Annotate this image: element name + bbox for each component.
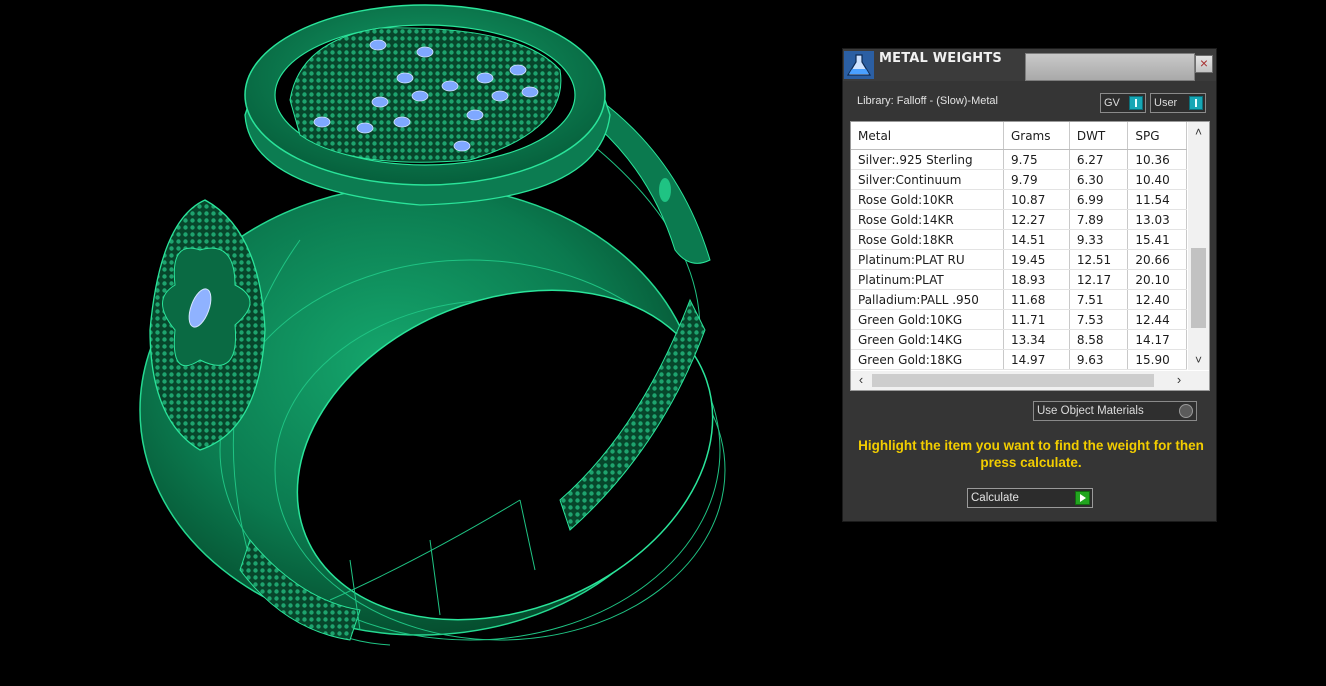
- cell-grams: 14.97: [1003, 349, 1070, 370]
- cell-metal: Platinum:PLAT RU: [851, 249, 1004, 270]
- cell-grams: 19.45: [1003, 249, 1070, 270]
- gv-toggle[interactable]: GV: [1100, 93, 1146, 113]
- cell-grams: 10.87: [1003, 189, 1070, 210]
- user-toggle[interactable]: User: [1150, 93, 1206, 113]
- ring-head: [244, 4, 611, 206]
- metal-weights-table: Metal Grams DWT SPG Silver:.925 Sterling…: [851, 122, 1187, 370]
- cell-spg: 10.36: [1127, 149, 1187, 170]
- vertical-scrollbar[interactable]: ˄ ˅: [1188, 122, 1209, 370]
- column-header-spg[interactable]: SPG: [1127, 122, 1187, 150]
- cell-spg: 15.90: [1127, 349, 1187, 370]
- cell-metal: Rose Gold:18KR: [851, 229, 1004, 250]
- column-header-metal[interactable]: Metal: [851, 122, 1004, 150]
- table-header-row: Metal Grams DWT SPG: [851, 122, 1187, 150]
- cell-grams: 11.68: [1003, 289, 1070, 310]
- cell-spg: 15.41: [1127, 229, 1187, 250]
- cell-dwt: 7.53: [1069, 309, 1129, 330]
- cell-grams: 13.34: [1003, 329, 1070, 350]
- cell-spg: 12.44: [1127, 309, 1187, 330]
- cell-dwt: 6.27: [1069, 149, 1129, 170]
- cell-metal: Green Gold:10KG: [851, 309, 1004, 330]
- flask-icon: [844, 51, 874, 79]
- user-checkbox-icon[interactable]: [1189, 96, 1203, 110]
- title-bar-fill: [1025, 53, 1195, 81]
- cell-grams: 18.93: [1003, 269, 1070, 290]
- vertical-scroll-thumb[interactable]: [1191, 248, 1206, 328]
- scroll-left-arrow-icon[interactable]: ‹: [851, 371, 871, 390]
- calculate-label: Calculate: [971, 492, 1019, 504]
- gv-toggle-label: GV: [1104, 97, 1120, 109]
- radio-icon[interactable]: [1179, 404, 1193, 418]
- cell-grams: 12.27: [1003, 209, 1070, 230]
- close-button[interactable]: ×: [1195, 55, 1213, 73]
- gv-checkbox-icon[interactable]: [1129, 96, 1143, 110]
- cell-spg: 11.54: [1127, 189, 1187, 210]
- metal-table: Metal Grams DWT SPG Silver:.925 Sterling…: [850, 121, 1210, 391]
- cell-metal: Rose Gold:10KR: [851, 189, 1004, 210]
- scroll-up-arrow-icon[interactable]: ˄: [1188, 122, 1209, 142]
- table-row[interactable]: Green Gold:14KG 13.34 8.58 14.17: [851, 329, 1187, 350]
- cell-dwt: 6.99: [1069, 189, 1129, 210]
- play-arrow-icon[interactable]: [1075, 491, 1090, 505]
- cell-dwt: 7.89: [1069, 209, 1129, 230]
- cell-metal: Rose Gold:14KR: [851, 209, 1004, 230]
- table-row[interactable]: Rose Gold:10KR 10.87 6.99 11.54: [851, 189, 1187, 210]
- cell-dwt: 9.33: [1069, 229, 1129, 250]
- horizontal-scroll-thumb[interactable]: [872, 374, 1154, 387]
- scroll-down-arrow-icon[interactable]: ˅: [1188, 350, 1209, 370]
- metal-table-viewport: Metal Grams DWT SPG Silver:.925 Sterling…: [851, 122, 1187, 370]
- table-row[interactable]: Green Gold:10KG 11.71 7.53 12.44: [851, 309, 1187, 330]
- 3d-viewport[interactable]: [0, 0, 830, 681]
- cell-metal: Silver:.925 Sterling: [851, 149, 1004, 170]
- cell-grams: 11.71: [1003, 309, 1070, 330]
- cell-metal: Platinum:PLAT: [851, 269, 1004, 290]
- cell-spg: 20.10: [1127, 269, 1187, 290]
- cell-spg: 12.40: [1127, 289, 1187, 310]
- cell-grams: 9.75: [1003, 149, 1070, 170]
- cell-dwt: 12.51: [1069, 249, 1129, 270]
- cell-dwt: 7.51: [1069, 289, 1129, 310]
- use-object-materials-toggle[interactable]: Use Object Materials: [1033, 401, 1197, 421]
- metal-weights-window: METAL WEIGHTS × Library: Falloff - (Slow…: [842, 48, 1217, 522]
- calculate-button[interactable]: Calculate: [967, 488, 1093, 508]
- cell-spg: 14.17: [1127, 329, 1187, 350]
- cell-grams: 9.79: [1003, 169, 1070, 190]
- cell-metal: Green Gold:18KG: [851, 349, 1004, 370]
- table-row[interactable]: Platinum:PLAT 18.93 12.17 20.10: [851, 269, 1187, 290]
- table-row[interactable]: Silver:.925 Sterling 9.75 6.27 10.36: [851, 149, 1187, 170]
- scroll-right-arrow-icon[interactable]: ›: [1169, 371, 1189, 390]
- table-row[interactable]: Rose Gold:18KR 14.51 9.33 15.41: [851, 229, 1187, 250]
- table-row[interactable]: Rose Gold:14KR 12.27 7.89 13.03: [851, 209, 1187, 230]
- window-title: METAL WEIGHTS: [879, 51, 1002, 66]
- library-label: Library: Falloff - (Slow)-Metal: [857, 95, 998, 107]
- table-row[interactable]: Platinum:PLAT RU 19.45 12.51 20.66: [851, 249, 1187, 270]
- cell-dwt: 8.58: [1069, 329, 1129, 350]
- instruction-text: Highlight the item you want to find the …: [858, 438, 1204, 470]
- cell-dwt: 12.17: [1069, 269, 1129, 290]
- cell-dwt: 6.30: [1069, 169, 1129, 190]
- cell-metal: Palladium:PALL .950: [851, 289, 1004, 310]
- cell-metal: Green Gold:14KG: [851, 329, 1004, 350]
- title-bar[interactable]: METAL WEIGHTS ×: [843, 49, 1216, 81]
- table-row[interactable]: Green Gold:18KG 14.97 9.63 15.90: [851, 349, 1187, 370]
- user-toggle-label: User: [1154, 97, 1178, 109]
- cell-grams: 14.51: [1003, 229, 1070, 250]
- cell-metal: Silver:Continuum: [851, 169, 1004, 190]
- cell-dwt: 9.63: [1069, 349, 1129, 370]
- column-header-grams[interactable]: Grams: [1003, 122, 1070, 150]
- table-row[interactable]: Silver:Continuum 9.79 6.30 10.40: [851, 169, 1187, 190]
- table-row[interactable]: Palladium:PALL .950 11.68 7.51 12.40: [851, 289, 1187, 310]
- cell-spg: 13.03: [1127, 209, 1187, 230]
- cell-spg: 10.40: [1127, 169, 1187, 190]
- horizontal-scrollbar[interactable]: ‹ ›: [851, 371, 1209, 390]
- column-header-dwt[interactable]: DWT: [1069, 122, 1129, 150]
- ring-model: [139, 4, 726, 646]
- cell-spg: 20.66: [1127, 249, 1187, 270]
- use-object-materials-label: Use Object Materials: [1037, 405, 1144, 417]
